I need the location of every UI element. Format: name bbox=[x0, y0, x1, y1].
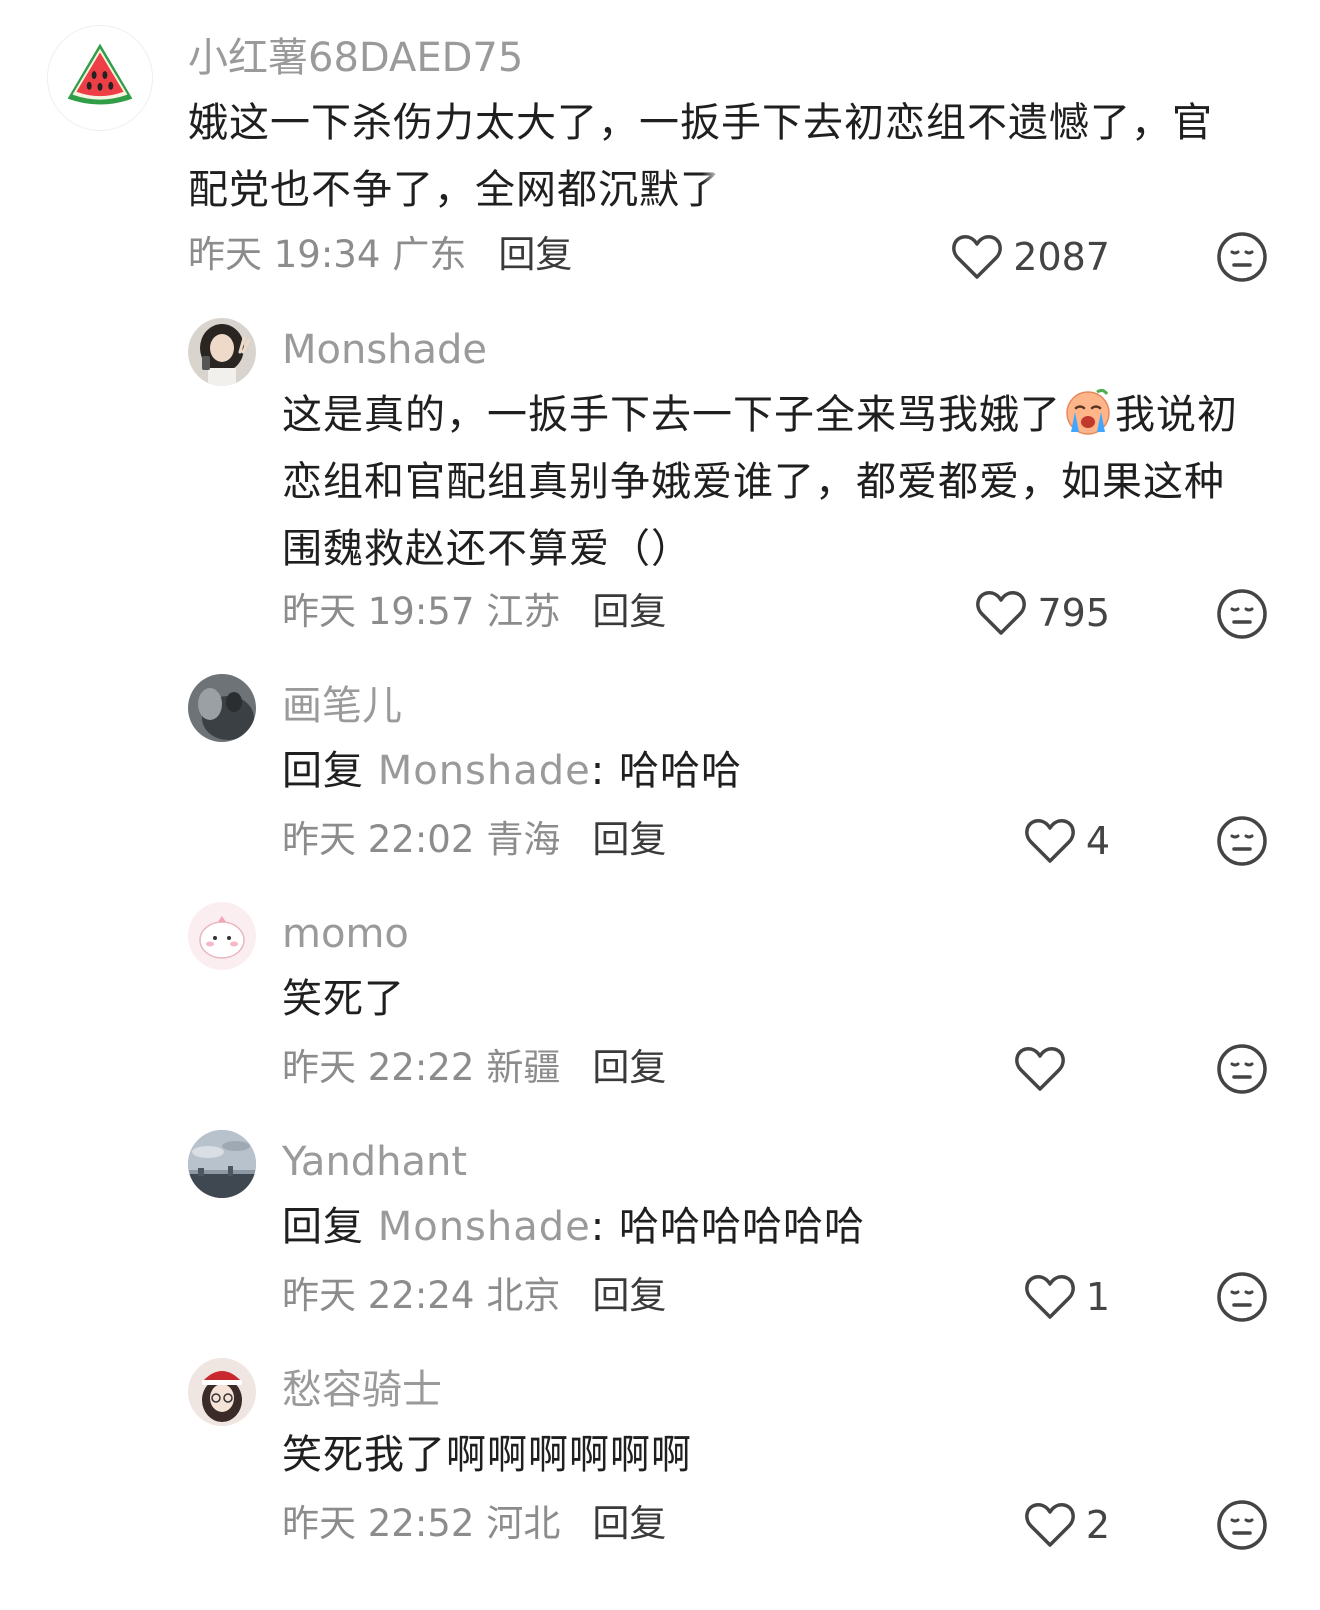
meh-face-icon bbox=[1217, 1272, 1267, 1322]
like-button[interactable]: 2 bbox=[1024, 1495, 1110, 1555]
reply-mention[interactable]: Monshade bbox=[378, 1204, 591, 1250]
comment-time: 昨天 19:34 bbox=[188, 233, 381, 276]
username[interactable]: 画笔儿 bbox=[282, 686, 402, 726]
heart-outline-icon bbox=[1024, 1275, 1075, 1319]
comment-text: 回复 Monshade: 哈哈哈哈哈哈 bbox=[282, 1194, 1242, 1261]
reply-button[interactable]: 回复 bbox=[592, 1046, 666, 1089]
dislike-button[interactable] bbox=[1216, 231, 1268, 283]
comment-text-line: 恋组和官配组真别争娥爱谁了，都爱都爱，如果这种 bbox=[282, 459, 1225, 505]
comment-text-line: 娥这一下杀伤力太大了，一扳手下去初恋组不遗憾了，官 bbox=[188, 100, 1213, 146]
comment-text-line: 配党也不争了，全网都沉默了 bbox=[188, 157, 1248, 224]
like-count: 2087 bbox=[1013, 235, 1110, 279]
reply-text: 笑死我了啊啊啊啊啊啊 bbox=[282, 1432, 692, 1478]
comment-text: 笑死我了啊啊啊啊啊啊 bbox=[282, 1422, 1242, 1489]
comment-time: 昨天 22:02 bbox=[282, 818, 475, 861]
username[interactable]: 小红薯68DAED75 bbox=[188, 38, 523, 78]
heart-outline-icon bbox=[1024, 1503, 1075, 1547]
reply-prefix: 回复 bbox=[282, 1204, 364, 1250]
user-photo-avatar bbox=[188, 674, 256, 742]
like-button[interactable]: 4 bbox=[1024, 811, 1110, 871]
comment-meta: 昨天 22:24 北京 回复 bbox=[282, 1277, 666, 1314]
comment-text-line: 这是真的，一扳手下去一下子全来骂我娥了 我说初 bbox=[282, 382, 1242, 449]
like-count: 1 bbox=[1085, 1275, 1110, 1319]
avatar[interactable] bbox=[188, 318, 256, 386]
comment-meta: 昨天 19:34 广东 回复 bbox=[188, 236, 572, 273]
like-count: 795 bbox=[1037, 591, 1110, 635]
reply-mention[interactable]: Monshade bbox=[378, 748, 591, 794]
comment-region: 新疆 bbox=[486, 1046, 561, 1089]
reply-prefix: 回复 bbox=[282, 748, 364, 794]
dislike-button[interactable] bbox=[1216, 588, 1268, 640]
dislike-button[interactable] bbox=[1216, 1271, 1268, 1323]
reply-text: 哈哈哈 bbox=[618, 748, 742, 794]
like-button[interactable]: 2087 bbox=[951, 227, 1110, 287]
username[interactable]: momo bbox=[282, 914, 409, 954]
meh-face-icon bbox=[1217, 1500, 1267, 1550]
meh-face-icon bbox=[1217, 816, 1267, 866]
meh-face-icon bbox=[1217, 232, 1267, 282]
like-button[interactable]: 795 bbox=[975, 583, 1110, 643]
reply-colon: : bbox=[590, 1204, 606, 1250]
avatar[interactable] bbox=[47, 25, 153, 131]
username[interactable]: Yandhant bbox=[282, 1142, 467, 1182]
user-photo-avatar bbox=[188, 318, 256, 386]
comment-text: 这是真的，一扳手下去一下子全来骂我娥了 我说初 恋组和官配组真别争娥爱谁了，都爱都… bbox=[282, 382, 1242, 583]
like-count: 2 bbox=[1085, 1503, 1110, 1547]
cartoon-avatar bbox=[188, 902, 256, 970]
heart-outline-icon bbox=[1024, 819, 1075, 863]
like-button[interactable] bbox=[1014, 1039, 1076, 1099]
dislike-button[interactable] bbox=[1216, 1043, 1268, 1095]
avatar[interactable] bbox=[188, 674, 256, 742]
heart-outline-icon bbox=[976, 591, 1027, 635]
comment-region: 河北 bbox=[486, 1502, 561, 1545]
comment-text: 回复 Monshade: 哈哈哈 bbox=[282, 738, 1242, 805]
avatar[interactable] bbox=[188, 1358, 256, 1426]
reply-button[interactable]: 回复 bbox=[592, 1502, 666, 1545]
comment-region: 青海 bbox=[486, 818, 561, 861]
comment-text-segment: 配党也不争了，全网都沉默 bbox=[188, 167, 680, 213]
landscape-avatar bbox=[188, 1130, 256, 1198]
comment-time: 昨天 22:24 bbox=[282, 1274, 475, 1317]
comment-time: 昨天 22:22 bbox=[282, 1046, 475, 1089]
comment-time: 昨天 19:57 bbox=[282, 590, 475, 633]
comment-text-segment: 这是真的，一扳手下去一下子全来骂我娥了 bbox=[282, 392, 1061, 438]
reply-button[interactable]: 回复 bbox=[498, 233, 572, 276]
comment-text-fading: 了 bbox=[680, 167, 721, 213]
heart-outline-icon bbox=[952, 235, 1003, 279]
comment-meta: 昨天 22:02 青海 回复 bbox=[282, 821, 666, 858]
reply-button[interactable]: 回复 bbox=[592, 590, 666, 633]
watermelon-icon bbox=[48, 26, 152, 130]
comment-region: 江苏 bbox=[486, 590, 561, 633]
comment-text-line: 围魏救赵还不算爱（） bbox=[282, 526, 692, 572]
reply-colon: : bbox=[590, 748, 606, 794]
comment-region: 北京 bbox=[486, 1274, 561, 1317]
reply-text: 哈哈哈哈哈哈 bbox=[618, 1204, 865, 1250]
reply-button[interactable]: 回复 bbox=[592, 1274, 666, 1317]
reply-button[interactable]: 回复 bbox=[592, 818, 666, 861]
username[interactable]: 愁容骑士 bbox=[282, 1370, 442, 1410]
avatar[interactable] bbox=[188, 902, 256, 970]
heart-outline-icon bbox=[1015, 1047, 1065, 1091]
illustrated-avatar bbox=[188, 1358, 256, 1426]
reply-text: 笑死了 bbox=[282, 976, 405, 1022]
like-count: 4 bbox=[1085, 819, 1110, 863]
comment-text: 笑死了 bbox=[282, 966, 1242, 1033]
meh-face-icon bbox=[1217, 589, 1267, 639]
comment-text: 娥这一下杀伤力太大了，一扳手下去初恋组不遗憾了，官 配党也不争了，全网都沉默了 bbox=[188, 90, 1248, 224]
meh-face-icon bbox=[1217, 1044, 1267, 1094]
comment-region: 广东 bbox=[392, 233, 467, 276]
comment-text-segment: 我说初 bbox=[1115, 392, 1238, 438]
like-button[interactable]: 1 bbox=[1024, 1267, 1110, 1327]
dislike-button[interactable] bbox=[1216, 1499, 1268, 1551]
comment-meta: 昨天 22:22 新疆 回复 bbox=[282, 1049, 666, 1086]
dislike-button[interactable] bbox=[1216, 815, 1268, 867]
comment-time: 昨天 22:52 bbox=[282, 1502, 475, 1545]
username[interactable]: Monshade bbox=[282, 330, 487, 370]
sob-emoji-icon bbox=[1066, 388, 1110, 435]
comment-meta: 昨天 19:57 江苏 回复 bbox=[282, 593, 666, 630]
comment-meta: 昨天 22:52 河北 回复 bbox=[282, 1505, 666, 1542]
avatar[interactable] bbox=[188, 1130, 256, 1198]
